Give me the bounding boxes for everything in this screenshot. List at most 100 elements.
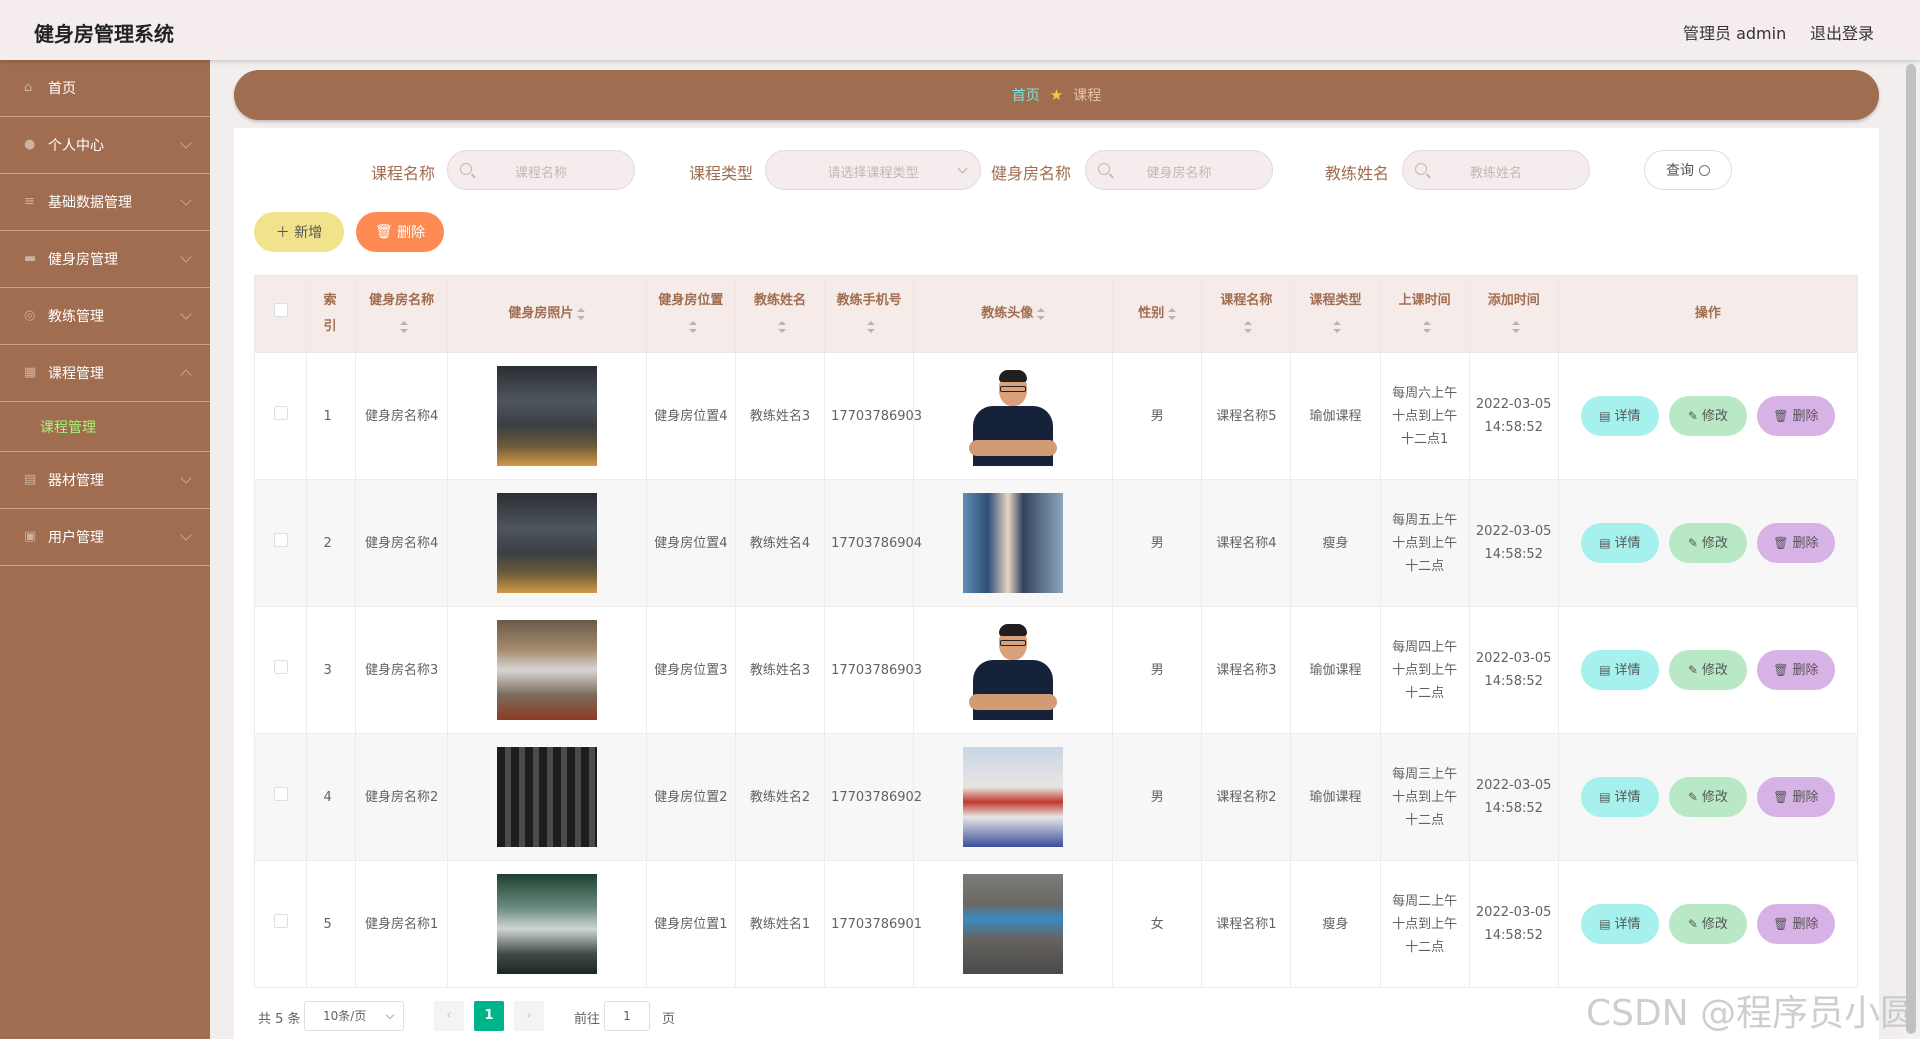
sidebar-item-profile[interactable]: ● 个人中心 [0,117,210,174]
breadcrumb-home[interactable]: 首页 [1012,85,1040,105]
table-header-row: 索引 健身房名称 健身房照片 健身房位置 教练姓名 教练手机号 教练头像 性别 … [253,275,1859,353]
add-button[interactable]: ＋ 新增 [254,212,344,252]
cell-coach-phone: 17703786903 [824,352,922,480]
sidebar-item-users[interactable]: ▣ 用户管理 [0,509,210,566]
batch-delete-button[interactable]: 🗑 删除 [356,212,444,252]
sidebar-item-home[interactable]: ⌂ 首页 [0,60,210,117]
scrollbar-thumb[interactable] [1906,64,1916,1034]
edit-button[interactable]: ✎ 修改 [1668,777,1747,817]
sidebar-item-label: 课程管理 [48,366,104,382]
cell-gym-location: 健身房位置3 [645,606,736,734]
logout-link[interactable]: 退出登录 [1810,20,1874,44]
view-button[interactable]: ▤ 详情 [1580,777,1659,817]
row-checkbox[interactable] [273,659,288,674]
sort-icon[interactable] [399,320,408,333]
sort-icon[interactable] [688,320,697,333]
select-all-checkbox[interactable] [273,303,288,317]
edit-button[interactable]: ✎ 修改 [1668,650,1747,690]
sort-icon[interactable] [1511,320,1520,333]
course-type-label: 课程类型 [689,164,754,183]
gym-name-input[interactable]: 健身房名称 [1085,150,1273,190]
header-gym-location[interactable]: 健身房位置 [645,275,736,353]
edit-button[interactable]: ✎ 修改 [1668,396,1747,436]
header-label: 健身房照片 [508,306,574,321]
delete-button[interactable]: 🗑 删除 [1756,650,1835,690]
coach-name-input[interactable]: 教练姓名 [1402,150,1590,190]
trash-icon: 🗑 [1773,916,1789,931]
header-coach-avatar[interactable]: 教练头像 [913,275,1114,353]
query-button[interactable]: 查询 [1644,150,1732,190]
view-button[interactable]: ▤ 详情 [1580,523,1659,563]
delete-button[interactable]: 🗑 删除 [1756,777,1835,817]
view-button[interactable]: ▤ 详情 [1580,650,1659,690]
row-checkbox[interactable] [273,786,288,801]
sort-icon[interactable] [867,320,876,333]
delete-button[interactable]: 🗑 删除 [1756,396,1835,436]
sort-icon[interactable] [1168,307,1177,320]
edit-button[interactable]: ✎ 修改 [1668,904,1747,944]
header-gender[interactable]: 性别 [1112,275,1203,353]
current-page-button[interactable]: 1 [474,1001,504,1031]
course-type-select[interactable]: 请选择课程类型 [765,150,981,190]
cell-gym-name: 健身房名称4 [355,352,448,480]
header-class-time[interactable]: 上课时间 [1379,275,1470,353]
sidebar-item-course[interactable]: ▦ 课程管理 [0,345,210,402]
sort-icon[interactable] [1037,307,1046,320]
sidebar-item-gym[interactable]: ▬ 健身房管理 [0,231,210,288]
cell-coach-avatar [913,606,1114,734]
gym-photo[interactable] [496,874,597,974]
cell-coach-avatar [913,352,1114,480]
sort-icon[interactable] [1422,320,1431,333]
gym-photo[interactable] [496,747,597,847]
header-coach-name[interactable]: 教练姓名 [734,275,826,353]
equipment-icon: ▤ [24,472,37,487]
delete-button[interactable]: 🗑 删除 [1756,523,1835,563]
sidebar-subitem-course-management[interactable]: 课程管理 [0,402,210,452]
prev-page-button[interactable]: ‹ [434,1001,464,1031]
header-label: 添加时间 [1487,293,1540,308]
gym-photo[interactable] [496,493,597,593]
coach-avatar[interactable] [963,747,1064,847]
coach-avatar[interactable] [963,620,1064,720]
page-size-select[interactable]: 10条/页 [304,1001,404,1031]
sort-icon[interactable] [778,320,787,333]
gym-photo[interactable] [496,366,597,466]
sidebar-item-coach[interactable]: ◎ 教练管理 [0,288,210,345]
next-page-button[interactable]: › [514,1001,544,1031]
sidebar-item-basic-data[interactable]: ≡ 基础数据管理 [0,174,210,231]
edit-button[interactable]: ✎ 修改 [1668,523,1747,563]
header-gym-photo[interactable]: 健身房照片 [446,275,647,353]
app-title: 健身房管理系统 [34,22,174,46]
gym-photo[interactable] [496,620,597,720]
edit-button-label: 修改 [1701,789,1728,805]
header-course-name[interactable]: 课程名称 [1201,275,1292,353]
document-icon: ▤ [1599,535,1611,550]
delete-button[interactable]: 🗑 删除 [1756,904,1835,944]
cell-gender: 男 [1112,606,1203,734]
coach-avatar[interactable] [963,874,1064,974]
header-added-time[interactable]: 添加时间 [1468,275,1559,353]
row-checkbox[interactable] [273,913,288,928]
goto-page-input[interactable]: 1 [604,1001,650,1031]
row-checkbox[interactable] [273,532,288,547]
sort-icon[interactable] [1333,320,1342,333]
row-checkbox[interactable] [273,405,288,420]
header-coach-phone[interactable]: 教练手机号 [824,275,915,353]
header-gym-name[interactable]: 健身房名称 [355,275,448,353]
course-name-input[interactable]: 课程名称 [447,150,635,190]
sidebar-item-equipment[interactable]: ▤ 器材管理 [0,452,210,509]
chevron-up-icon [180,369,192,381]
sidebar: ⌂ 首页 ● 个人中心 ≡ 基础数据管理 ▬ 健身房管理 ◎ 教练管理 ▦ 课程… [0,60,210,1039]
trash-icon: 🗑 [1773,535,1789,550]
view-button[interactable]: ▤ 详情 [1580,396,1659,436]
sort-icon[interactable] [577,307,586,320]
coach-avatar[interactable] [963,366,1064,466]
cell-gym-location: 健身房位置1 [645,860,736,988]
view-button[interactable]: ▤ 详情 [1580,904,1659,944]
cell-coach-avatar [913,479,1114,607]
coach-avatar[interactable] [963,493,1064,593]
sort-icon[interactable] [1244,320,1253,333]
cell-course-name: 课程名称1 [1201,860,1292,988]
vertical-scrollbar[interactable] [1902,60,1920,1039]
header-course-type[interactable]: 课程类型 [1290,275,1381,353]
